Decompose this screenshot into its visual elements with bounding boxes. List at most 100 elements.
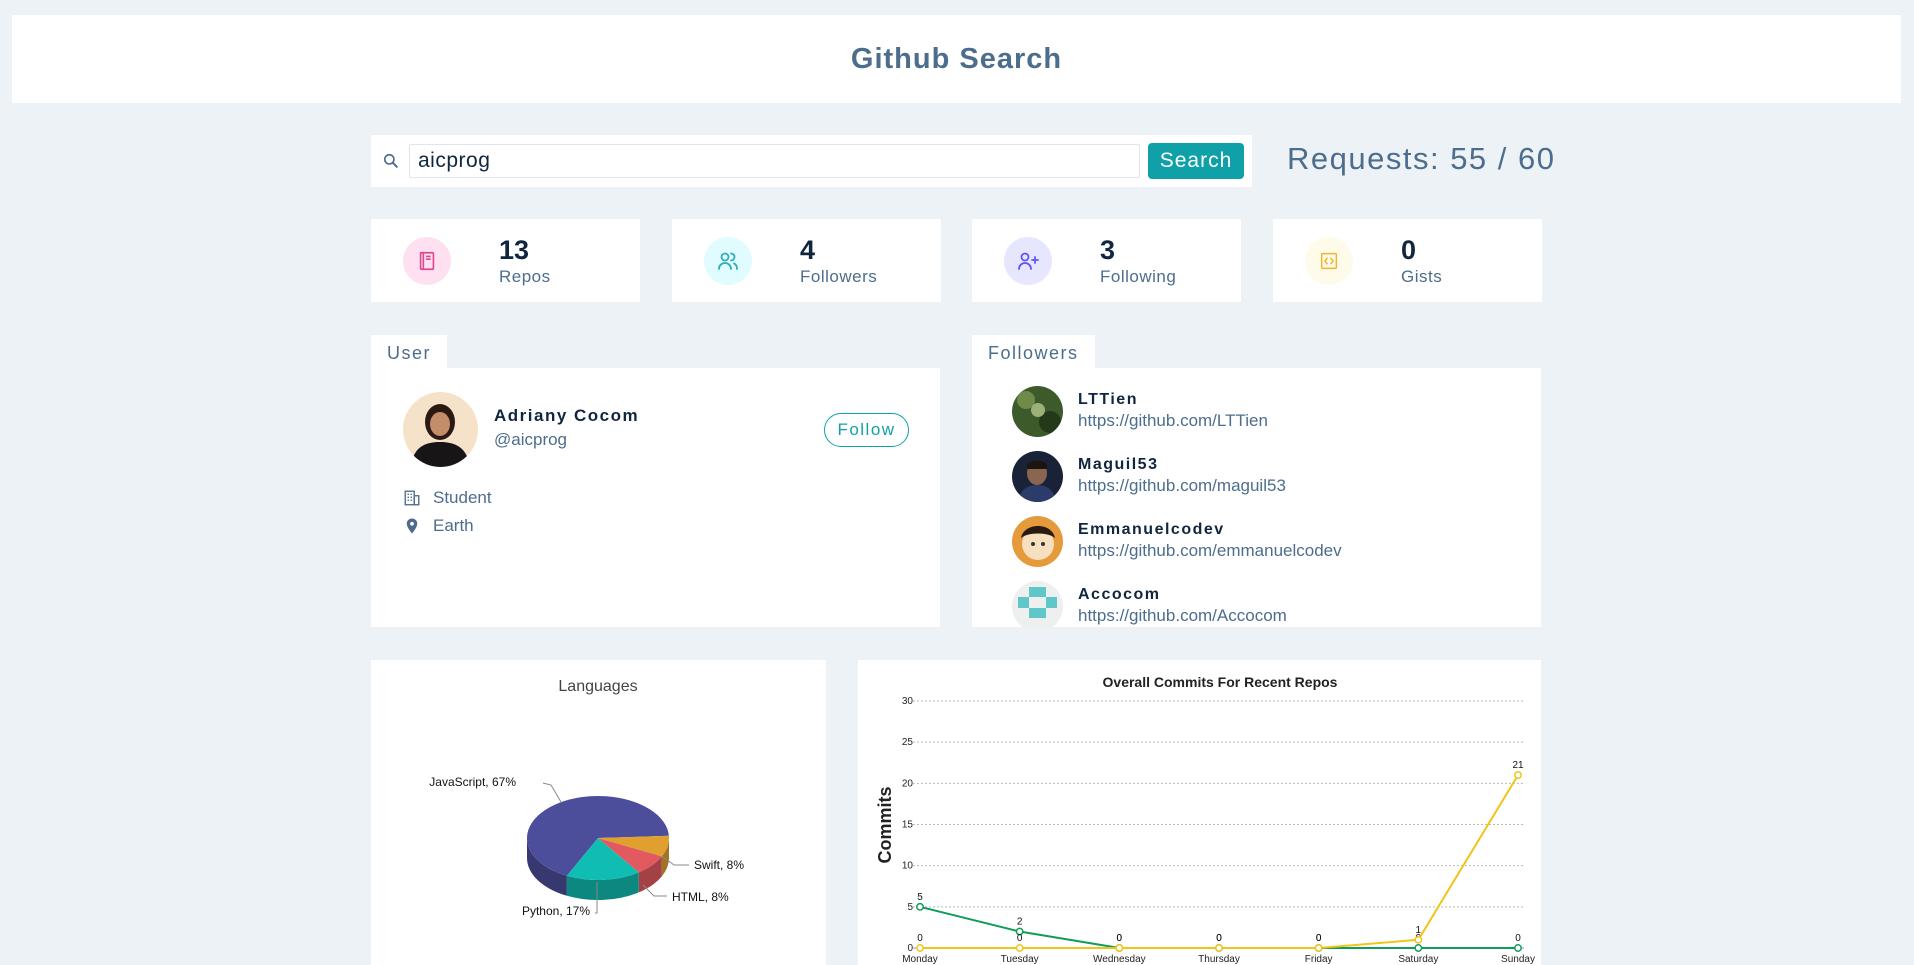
stat-card-followers: 4 Followers (672, 219, 941, 302)
follower-link[interactable]: https://github.com/LTTien (1078, 411, 1268, 431)
data-label: 0 (1515, 933, 1521, 944)
followers-label: Followers (800, 266, 878, 286)
x-tick-label: Tuesday (1001, 954, 1039, 965)
data-point (1314, 944, 1323, 952)
data-label: 0 (917, 933, 923, 944)
data-point (1115, 944, 1124, 952)
list-item[interactable]: Maguil53 https://github.com/maguil53 (1012, 450, 1286, 502)
follower-name: Maguil53 (1078, 456, 1159, 473)
data-label: 0 (1216, 933, 1222, 944)
gists-label: Gists (1401, 266, 1443, 286)
data-label: 1 (1416, 925, 1422, 936)
data-label: 0 (1017, 933, 1023, 944)
follower-name: LTTien (1078, 391, 1138, 408)
list-item[interactable]: Emmanuelcodev https://github.com/emmanuel… (1012, 515, 1342, 567)
data-label: 0 (1316, 933, 1322, 944)
avatar (1012, 515, 1063, 567)
data-label: 2 (1017, 917, 1023, 928)
x-tick-label: Monday (902, 954, 938, 965)
user-login: @aicprog (494, 430, 568, 449)
avatar (1012, 580, 1063, 627)
code-icon (1305, 236, 1353, 285)
user-full-name: Adriany Cocom (494, 406, 640, 425)
user-company-label: Student (433, 488, 492, 507)
x-tick-label: Saturday (1398, 954, 1438, 965)
data-point (916, 944, 924, 952)
data-label: 21 (1512, 760, 1524, 771)
y-tick-label: 15 (902, 820, 914, 831)
repos-label: Repos (499, 266, 551, 286)
followers-card: LTTien https://github.com/LTTien Maguil53… (972, 368, 1541, 627)
following-label: Following (1100, 266, 1177, 286)
book-icon (403, 236, 451, 285)
y-tick-label: 0 (907, 943, 913, 954)
data-label: 5 (917, 892, 923, 903)
pie-leader-javascript (542, 782, 562, 803)
follower-link[interactable]: https://github.com/Accocom (1078, 606, 1287, 626)
x-tick-label: Wednesday (1093, 954, 1146, 965)
data-point (1414, 944, 1423, 952)
avatar (1012, 385, 1063, 437)
languages-chart-card: Languages JavaScript, 67% Python, 17% HTML… (371, 660, 826, 965)
pie-label-python: Python, 17% (522, 904, 590, 918)
series-line-1 (920, 774, 1519, 949)
pie-label-swift: Swift, 8% (694, 858, 744, 872)
follower-name: Emmanuelcodev (1078, 521, 1225, 538)
building-icon (404, 490, 420, 506)
data-point (1514, 771, 1522, 780)
data-label: 0 (1117, 933, 1123, 944)
stat-card-repos: 13 Repos (371, 219, 640, 302)
x-tick-label: Sunday (1501, 954, 1535, 965)
follower-name: Accocom (1078, 586, 1161, 603)
y-tick-label: 30 (902, 696, 914, 707)
avatar (1012, 450, 1063, 502)
list-item[interactable]: LTTien https://github.com/LTTien (1012, 385, 1268, 437)
data-point (1015, 944, 1024, 952)
data-point (1414, 935, 1423, 944)
chart-title: Overall Commits For Recent Repos (1103, 674, 1338, 690)
user-location: Earth (403, 516, 474, 536)
users-icon (704, 236, 752, 285)
rate-limit-requests: Requests: 55 / 60 (1287, 141, 1556, 176)
search-input[interactable] (409, 144, 1140, 178)
data-point (1514, 944, 1522, 952)
search-bar: Search (371, 135, 1252, 187)
chart-title: Languages (558, 678, 637, 695)
following-count: 3 (1100, 234, 1116, 265)
tab-user: User (371, 335, 448, 369)
gists-count: 0 (1401, 234, 1417, 265)
y-axis-label: Commits (875, 786, 895, 863)
stat-card-gists: 0 Gists (1273, 219, 1542, 302)
pie-label-javascript: JavaScript, 67% (429, 775, 516, 789)
page-header: Github Search (12, 15, 1901, 103)
y-tick-label: 20 (902, 778, 914, 789)
x-tick-label: Friday (1305, 954, 1333, 965)
followers-count: 4 (800, 234, 816, 265)
page-title: Github Search (850, 42, 1063, 75)
data-point (1215, 944, 1223, 952)
stat-card-following: 3 Following (972, 219, 1241, 302)
x-tick-label: Thursday (1198, 954, 1240, 965)
languages-pie-chart: Languages JavaScript, 67% Python, 17% HTML… (429, 678, 744, 918)
tab-followers: Followers (972, 335, 1095, 369)
y-tick-label: 25 (902, 737, 914, 748)
search-icon (383, 153, 398, 168)
pie-label-html: HTML, 8% (672, 890, 729, 904)
repos-count: 13 (499, 234, 530, 265)
user-card: Adriany Cocom @aicprog Follow Student Ea… (371, 368, 940, 627)
data-point (916, 902, 924, 911)
user-location-label: Earth (433, 516, 474, 535)
commits-chart-card: Overall Commits For Recent Repos Commits… (858, 660, 1541, 965)
y-tick-label: 10 (902, 861, 914, 872)
user-plus-icon (1004, 236, 1052, 285)
follower-link[interactable]: https://github.com/maguil53 (1078, 476, 1286, 496)
follow-button[interactable]: Follow (824, 413, 909, 447)
map-pin-icon (406, 518, 418, 534)
user-company: Student (403, 488, 492, 508)
y-tick-label: 5 (907, 902, 913, 913)
search-button[interactable]: Search (1148, 143, 1244, 179)
commits-line-chart: Overall Commits For Recent Repos Commits… (875, 674, 1535, 965)
list-item[interactable]: Accocom https://github.com/Accocom (1012, 580, 1287, 627)
avatar (403, 392, 478, 467)
follower-link[interactable]: https://github.com/emmanuelcodev (1078, 541, 1342, 561)
